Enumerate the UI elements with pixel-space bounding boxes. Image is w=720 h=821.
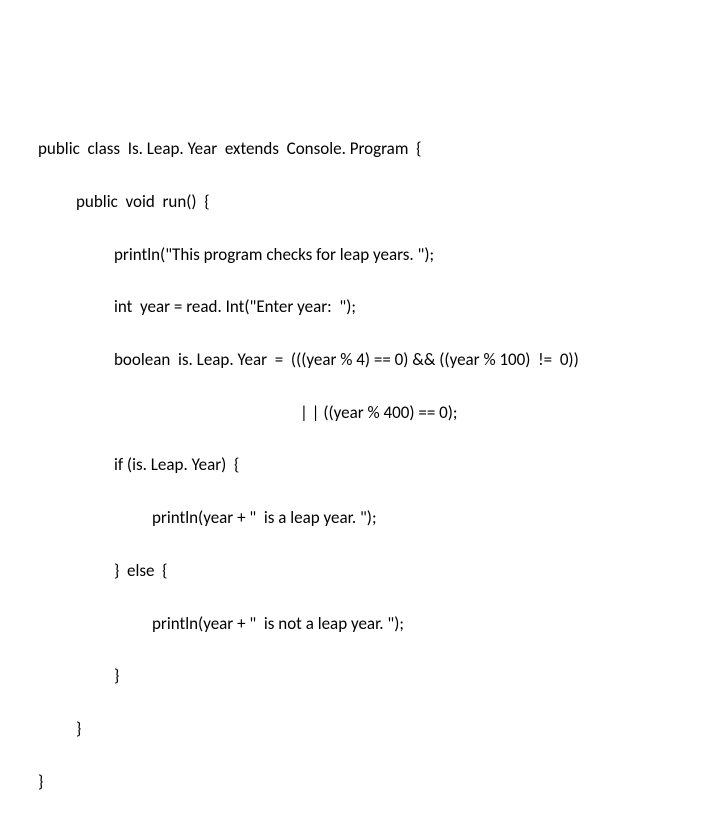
code-line: } xyxy=(38,663,720,689)
code-line: } xyxy=(38,716,720,742)
code-line: if (is. Leap. Year) { xyxy=(38,452,720,478)
code-line: int year = read. Int("Enter year: "); xyxy=(38,294,720,320)
code-line: println(year + " is a leap year. "); xyxy=(38,505,720,531)
code-line: } xyxy=(38,769,720,795)
code-line: public void run() { xyxy=(38,189,720,215)
code-block: public class Is. Leap. Year extends Cons… xyxy=(0,0,720,821)
code-line: println(year + " is not a leap year. "); xyxy=(38,611,720,637)
code-line: } else { xyxy=(38,558,720,584)
code-line: | | ((year % 400) == 0); xyxy=(38,400,720,426)
code-line: boolean is. Leap. Year = (((year % 4) ==… xyxy=(38,347,720,373)
code-line: println("This program checks for leap ye… xyxy=(38,242,720,268)
code-line: public class Is. Leap. Year extends Cons… xyxy=(38,136,720,162)
